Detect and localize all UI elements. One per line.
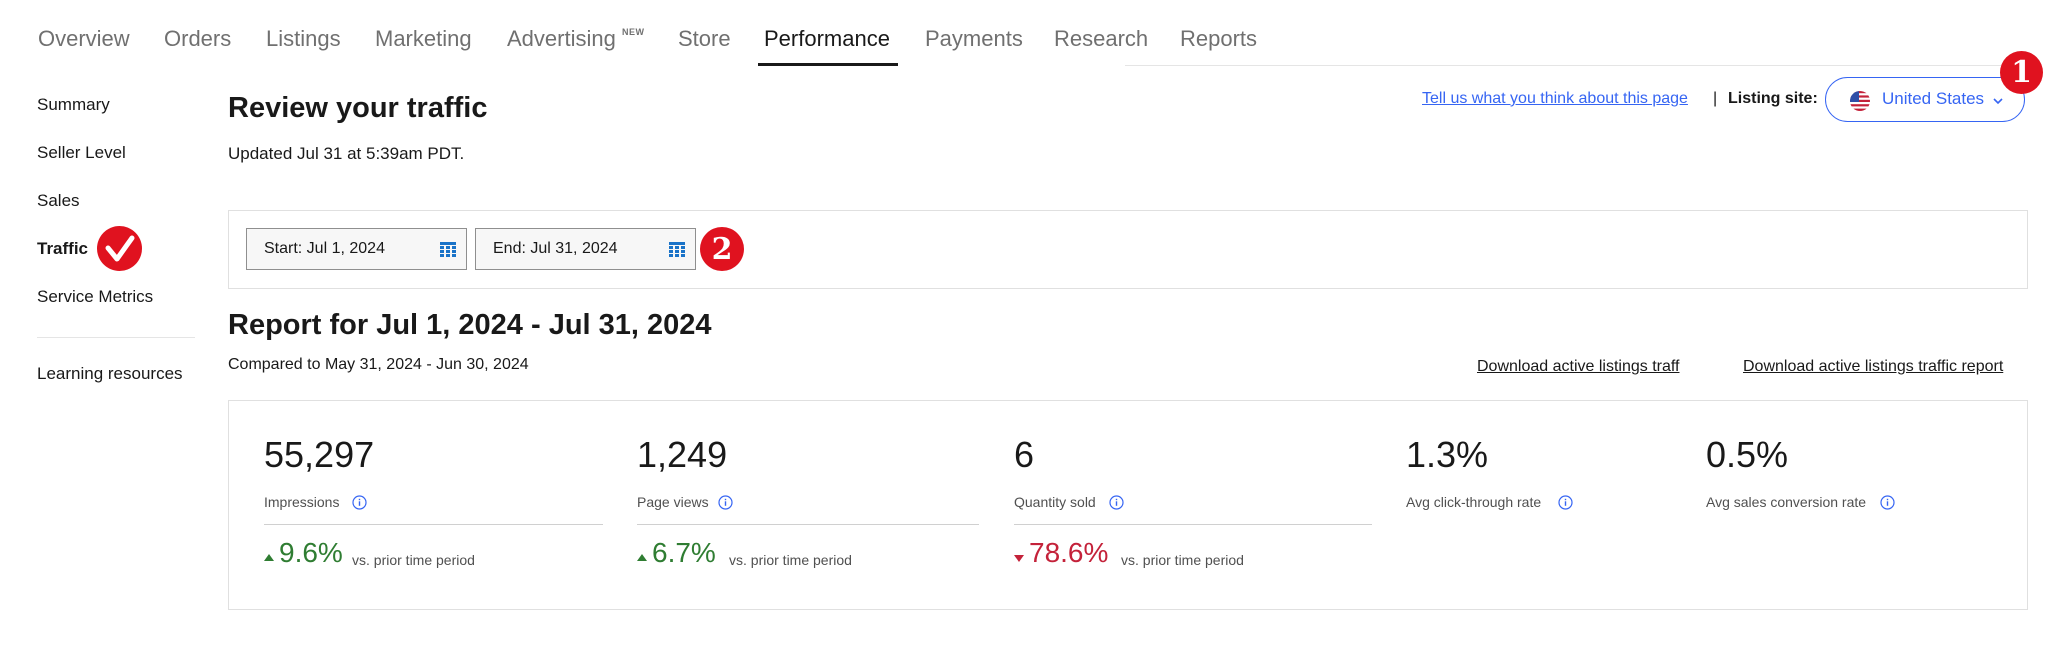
impressions-value: 55,297 <box>264 434 375 475</box>
quantity-sold-value: 6 <box>1014 434 1035 475</box>
impressions-vs-label: vs. prior time period <box>352 552 475 568</box>
tab-listings[interactable]: Listings <box>266 26 341 52</box>
sidebar-item-summary[interactable]: Summary <box>37 95 110 115</box>
report-title: Report for Jul 1, 2024 - Jul 31, 2024 <box>228 309 712 341</box>
tab-marketing[interactable]: Marketing <box>375 26 472 52</box>
arrow-down-icon <box>1014 555 1024 562</box>
start-date-input[interactable]: Start: Jul 1, 2024 <box>246 228 467 270</box>
page-views-label: Page views <box>637 494 709 510</box>
us-flag-icon <box>1850 91 1870 111</box>
sidebar-item-seller-level[interactable]: Seller Level <box>37 143 126 163</box>
info-icon[interactable] <box>1880 495 1895 510</box>
download-traffic-link[interactable]: Download active listings traff <box>1477 358 1679 376</box>
tab-overview[interactable]: Overview <box>38 26 130 52</box>
tab-orders[interactable]: Orders <box>164 26 231 52</box>
page-title: Review your traffic <box>228 92 488 124</box>
metric-divider <box>1014 524 1372 525</box>
info-icon[interactable] <box>718 495 733 510</box>
quantity-sold-change: 78.6% <box>1029 537 1109 568</box>
arrow-up-icon <box>637 554 647 561</box>
annotation-badge-2: 2 <box>700 227 744 271</box>
tab-store[interactable]: Store <box>678 26 731 52</box>
sidebar-item-traffic[interactable]: Traffic <box>37 239 88 259</box>
chevron-down-icon <box>1992 94 2004 106</box>
top-navigation: Overview Orders Listings Marketing Adver… <box>0 0 2065 66</box>
active-tab-indicator <box>758 63 898 66</box>
tab-payments[interactable]: Payments <box>925 26 1023 52</box>
quantity-sold-vs-label: vs. prior time period <box>1121 552 1244 568</box>
arrow-up-icon <box>264 554 274 561</box>
tab-performance[interactable]: Performance <box>764 26 890 52</box>
sidebar-item-sales[interactable]: Sales <box>37 191 80 211</box>
tab-reports[interactable]: Reports <box>1180 26 1257 52</box>
new-badge: NEW <box>622 27 645 37</box>
updated-timestamp: Updated Jul 31 at 5:39am PDT. <box>228 144 465 163</box>
page-views-change: 6.7% <box>652 537 716 568</box>
start-date-value: Start: Jul 1, 2024 <box>264 240 385 257</box>
comparison-period: Compared to May 31, 2024 - Jun 30, 2024 <box>228 356 529 373</box>
click-through-rate-value: 1.3% <box>1406 434 1489 475</box>
info-icon[interactable] <box>1109 495 1124 510</box>
end-date-value: End: Jul 31, 2024 <box>493 240 618 257</box>
sidebar-item-service-metrics[interactable]: Service Metrics <box>37 287 153 307</box>
info-icon[interactable] <box>1558 495 1573 510</box>
download-traffic-report-link[interactable]: Download active listings traffic report <box>1743 358 2003 376</box>
listing-site-dropdown[interactable]: United States <box>1825 77 2025 122</box>
annotation-badge-1: 1 <box>2000 51 2043 94</box>
sales-conversion-rate-label: Avg sales conversion rate <box>1706 494 1867 510</box>
tab-research[interactable]: Research <box>1054 26 1148 52</box>
calendar-icon <box>669 242 685 257</box>
impressions-change: 9.6% <box>279 537 343 568</box>
sidebar-divider <box>37 337 195 338</box>
header-separator: | <box>1713 90 1718 107</box>
feedback-link[interactable]: Tell us what you think about this page <box>1422 90 1688 108</box>
impressions-label: Impressions <box>264 494 340 510</box>
info-icon[interactable] <box>352 495 367 510</box>
page-views-vs-label: vs. prior time period <box>729 552 852 568</box>
click-through-rate-label: Avg click-through rate <box>1406 494 1542 510</box>
sidebar-item-learning-resources[interactable]: Learning resources <box>37 364 183 384</box>
sales-conversion-rate-value: 0.5% <box>1706 434 1789 475</box>
tab-advertising[interactable]: Advertising <box>507 26 616 52</box>
listing-site-label: Listing site: <box>1728 90 1818 107</box>
quantity-sold-label: Quantity sold <box>1014 494 1096 510</box>
metric-divider <box>264 524 603 525</box>
checkmark-icon <box>97 226 142 271</box>
metric-divider <box>637 524 979 525</box>
calendar-icon <box>440 242 456 257</box>
listing-site-value: United States <box>1882 89 1985 108</box>
page-views-value: 1,249 <box>637 434 728 475</box>
nav-divider <box>1125 65 2005 66</box>
end-date-input[interactable]: End: Jul 31, 2024 <box>475 228 696 270</box>
